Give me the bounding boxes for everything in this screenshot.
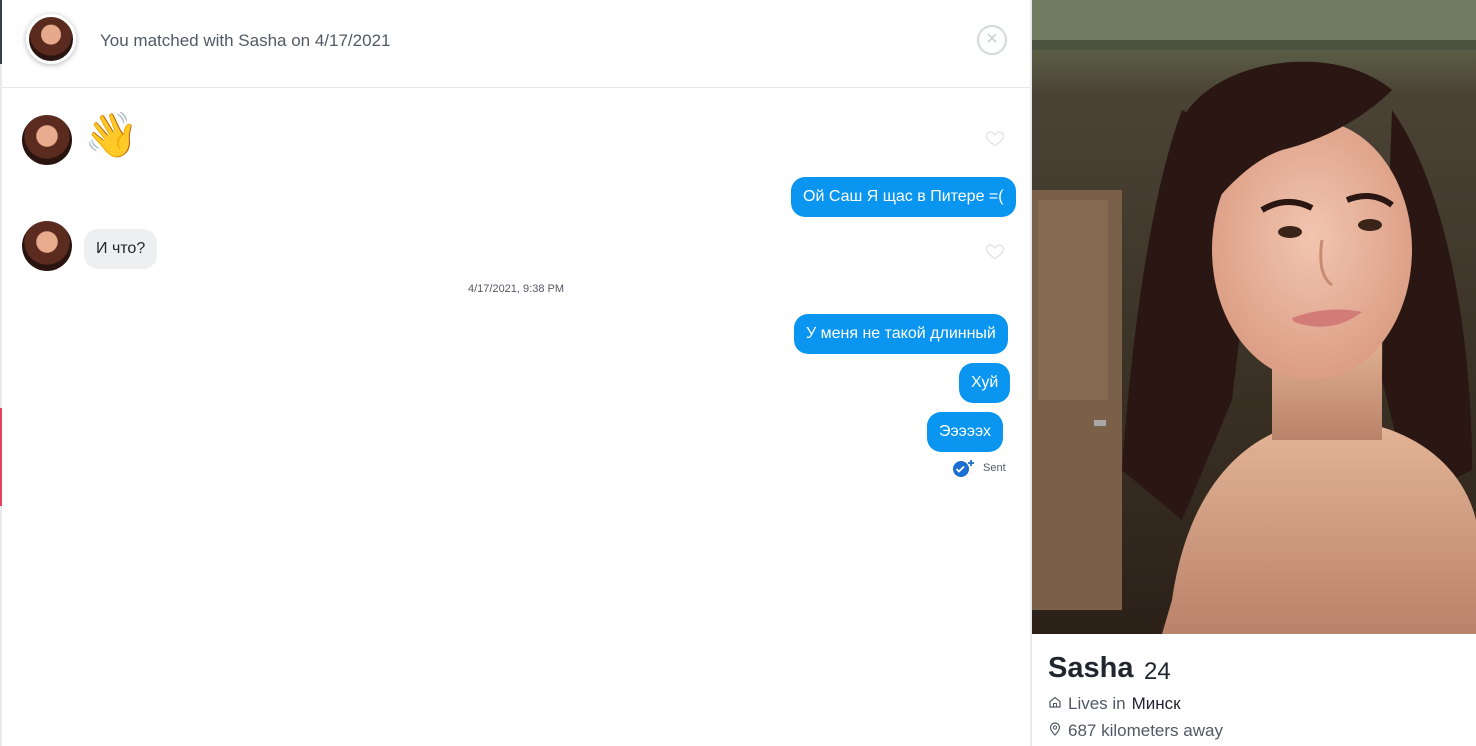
chat-header: You matched with Sasha on 4/17/2021 ×: [2, 0, 1030, 88]
message-bubble-outgoing[interactable]: У меня не такой длинный: [794, 314, 1008, 354]
message-emoji: 👋: [84, 111, 139, 160]
profile-panel: Sasha 24 Lives in Минск 687 kilometers a…: [1032, 0, 1476, 746]
chat-panel: You matched with Sasha on 4/17/2021 × 👋 …: [2, 0, 1030, 746]
message-bubble-outgoing[interactable]: Эээээх: [927, 412, 1003, 452]
profile-photo[interactable]: [1032, 0, 1476, 634]
sent-check-icon: [951, 458, 975, 478]
like-heart-icon[interactable]: [985, 128, 1005, 148]
location-pin-icon: [1048, 721, 1062, 741]
distance-row: 687 kilometers away: [1048, 721, 1223, 741]
home-icon: [1048, 694, 1062, 714]
message-bubble-outgoing[interactable]: Ой Саш Я щас в Питере =(: [791, 177, 1016, 217]
message-bubble-outgoing[interactable]: Хуй: [959, 363, 1011, 403]
lives-in-label: Lives in: [1068, 694, 1126, 713]
sender-avatar[interactable]: [22, 115, 72, 165]
message-bubble-incoming[interactable]: И что?: [84, 229, 158, 269]
match-title: You matched with Sasha on 4/17/2021: [100, 31, 391, 50]
close-icon[interactable]: ×: [977, 25, 1007, 55]
city-label: Минск: [1131, 694, 1181, 713]
profile-name: Sasha: [1048, 652, 1134, 684]
sent-status-label: Sent: [983, 462, 1006, 474]
sender-avatar[interactable]: [22, 221, 72, 271]
match-avatar[interactable]: [26, 14, 76, 64]
like-heart-icon[interactable]: [985, 241, 1005, 261]
profile-age: 24: [1144, 658, 1171, 685]
message-timestamp: 4/17/2021, 9:38 PM: [467, 283, 564, 295]
distance-label: 687 kilometers away: [1068, 721, 1223, 740]
lives-in-row: Lives in Минск: [1048, 694, 1181, 714]
